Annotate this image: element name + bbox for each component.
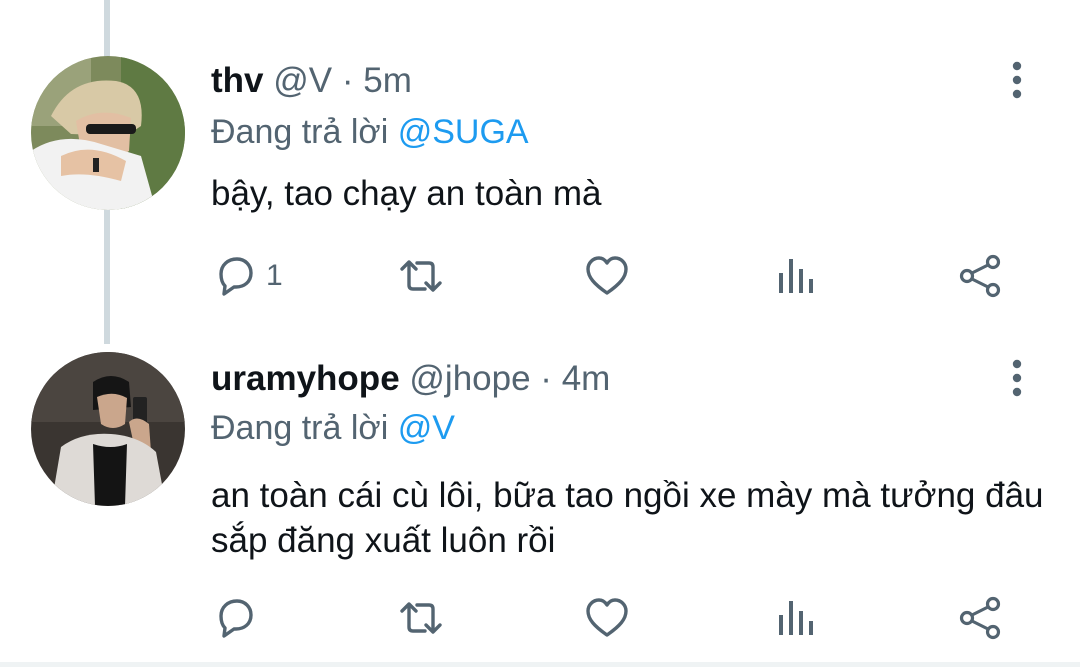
tweet-actions: [0, 589, 1080, 645]
timestamp[interactable]: 4m: [562, 359, 611, 398]
views-button[interactable]: [773, 595, 819, 641]
username-handle[interactable]: @jhope: [409, 359, 530, 398]
tweet-text: an toàn cái cù lôi, bữa tao ngồi xe mày …: [211, 476, 1044, 560]
retweet-button[interactable]: [398, 595, 444, 641]
more-icon: [1012, 61, 1022, 99]
avatar[interactable]: [31, 352, 185, 506]
replying-to-mention[interactable]: @SUGA: [398, 113, 529, 151]
tweet-text: bậy, tao chạy an toàn mà: [211, 174, 602, 213]
views-icon: [779, 601, 813, 635]
like-button[interactable]: [584, 595, 630, 641]
bottom-divider: [0, 662, 1080, 667]
like-icon: [586, 256, 628, 295]
avatar-image: [31, 352, 185, 506]
timestamp[interactable]: 5m: [363, 61, 412, 100]
retweet-button[interactable]: [398, 253, 444, 299]
replying-to-label: Đang trả lời: [211, 409, 389, 447]
separator-dot: ·: [540, 359, 552, 398]
retweet-icon: [400, 260, 442, 292]
like-button[interactable]: [584, 253, 630, 299]
share-icon: [959, 596, 1001, 640]
reply-icon: [219, 599, 253, 638]
share-button[interactable]: [957, 253, 1003, 299]
reply-icon: [219, 257, 253, 296]
username-handle[interactable]: @V: [273, 61, 332, 100]
more-icon: [1012, 359, 1022, 397]
retweet-icon: [400, 602, 442, 634]
replying-to-mention[interactable]: @V: [398, 409, 455, 447]
more-options-button[interactable]: [1000, 60, 1034, 100]
tweet-header: thv @V · 5m: [211, 60, 412, 102]
replying-to-label: Đang trả lời: [211, 113, 389, 151]
display-name[interactable]: uramyhope: [211, 359, 400, 398]
avatar[interactable]: [31, 56, 185, 210]
reply-count: 1: [266, 259, 283, 292]
avatar-image: [31, 56, 185, 210]
replying-to: Đang trả lời @V: [211, 407, 455, 449]
tweet[interactable]: uramyhope @jhope · 4m Đang trả lời @V an…: [0, 344, 1080, 662]
more-options-button[interactable]: [1000, 358, 1034, 398]
tweet-actions: 1: [0, 247, 1080, 303]
reply-button[interactable]: 1: [212, 253, 283, 299]
separator-dot: ·: [341, 61, 354, 100]
share-button[interactable]: [957, 595, 1003, 641]
tweet[interactable]: thv @V · 5m Đang trả lời @SUGA bậy, tao …: [0, 0, 1080, 344]
share-icon: [959, 254, 1001, 298]
replying-to: Đang trả lời @SUGA: [211, 111, 529, 153]
tweet-header: uramyhope @jhope · 4m: [211, 358, 610, 400]
views-button[interactable]: [773, 253, 819, 299]
display-name[interactable]: thv: [211, 61, 264, 100]
like-icon: [586, 598, 628, 637]
reply-button[interactable]: [212, 595, 266, 641]
views-icon: [779, 259, 813, 293]
